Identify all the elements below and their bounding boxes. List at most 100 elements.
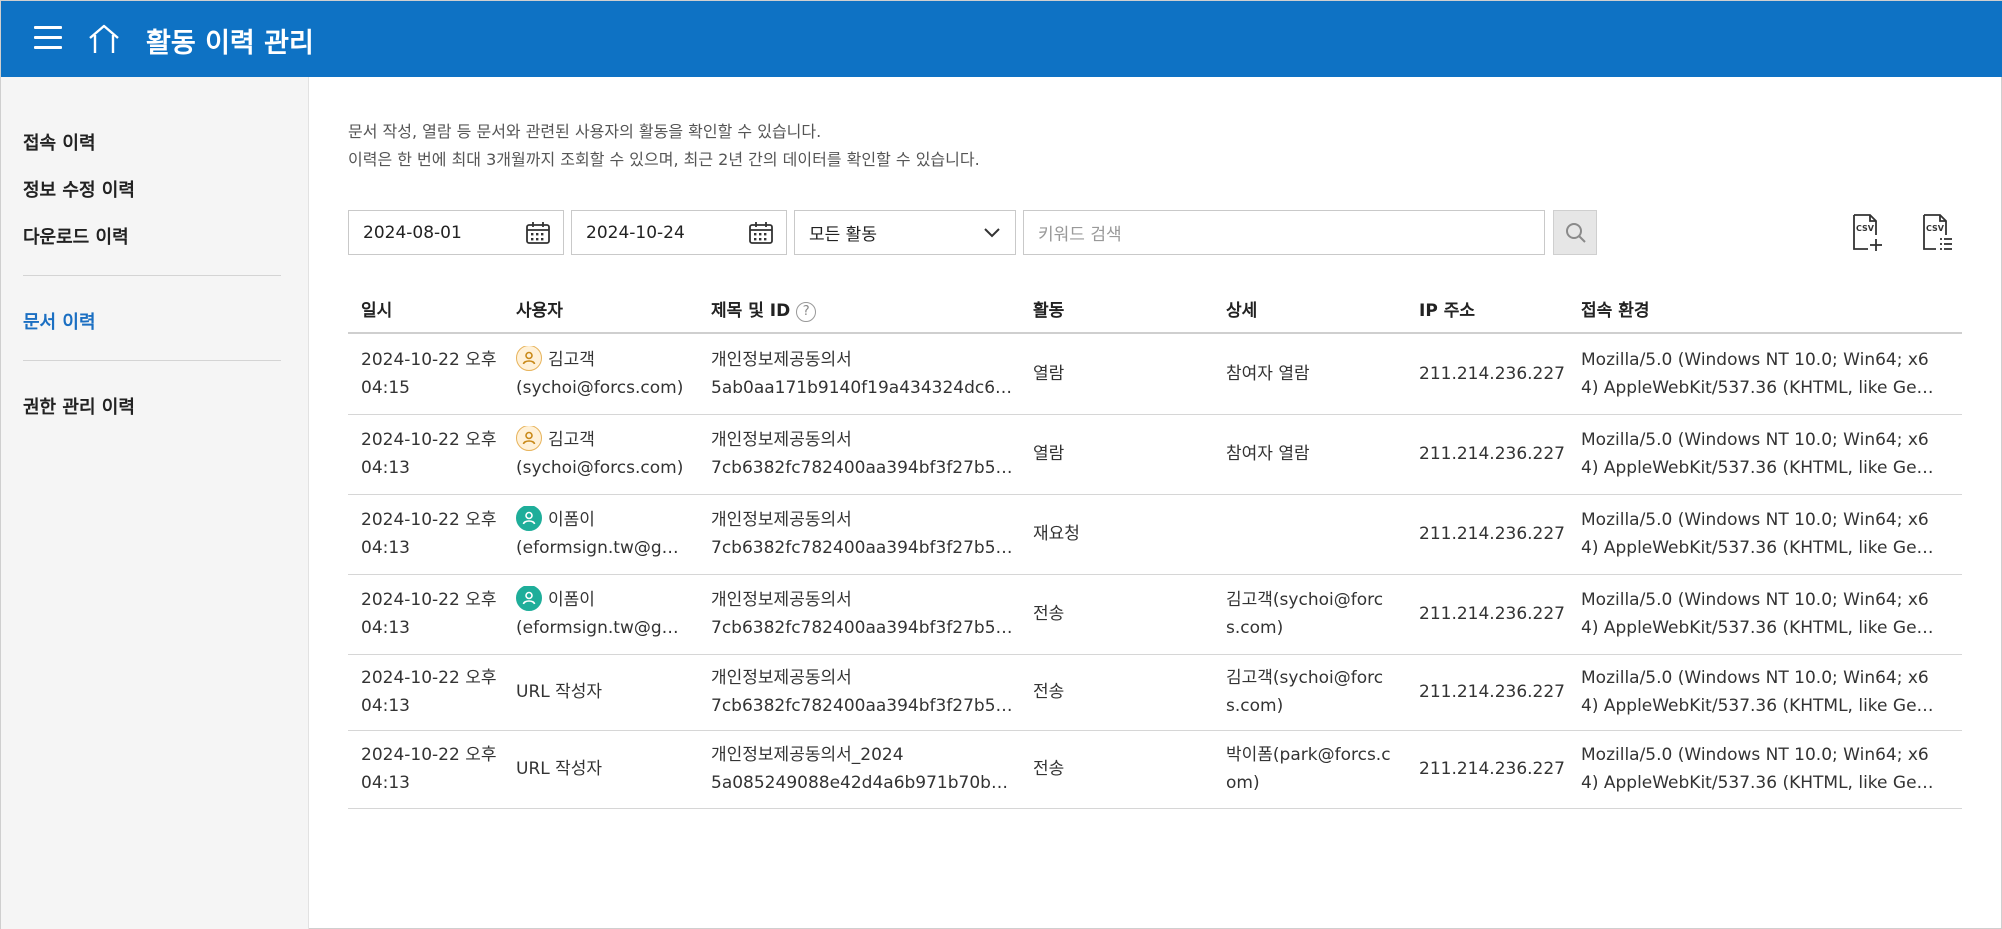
page-title: 활동 이력 관리	[146, 28, 314, 59]
cell-datetime: 2024-10-22 오후 04:15	[361, 346, 511, 402]
end-date-input[interactable]: 2024-10-24	[571, 210, 787, 255]
datetime-time: 04:13	[361, 538, 410, 558]
cell-activity: 열람	[1033, 440, 1183, 468]
search-button[interactable]	[1553, 210, 1597, 255]
ip-address: 211.214.236.227	[1419, 604, 1566, 624]
table-row[interactable]: 2024-10-22 오후 04:15 김고객 (sychoi@forcs.com) 개…	[348, 334, 1962, 415]
home-icon[interactable]	[87, 23, 121, 55]
cell-title-id: 개인정보제공동의서_2024 5a085249088e42d4a6b971b70b…	[711, 741, 1011, 797]
user-name: 이폼이	[548, 510, 595, 530]
keyword-search-input[interactable]: 키워드 검색	[1023, 210, 1545, 255]
column-header-title-id: 제목 및 ID?	[711, 296, 817, 322]
table-row[interactable]: 2024-10-22 오후 04:13 이폼이 (eformsign.tw@g… 개인정…	[348, 495, 1962, 575]
cell-datetime: 2024-10-22 오후 04:13	[361, 506, 511, 562]
document-id: 5ab0aa171b9140f19a434324dc6…	[711, 378, 1011, 398]
table-row[interactable]: 2024-10-22 오후 04:13 김고객 (sychoi@forcs.com) 개…	[348, 415, 1962, 495]
user-email: (eformsign.tw@g…	[516, 538, 679, 558]
sidebar-divider	[23, 360, 281, 361]
sidebar-item-permission-history[interactable]: 권한 관리 이력	[23, 393, 135, 419]
column-header-title-id-label: 제목 및 ID	[711, 301, 791, 321]
activity-value: 전송	[1033, 604, 1065, 624]
user-name: 김고객	[548, 430, 595, 450]
calendar-icon[interactable]	[748, 221, 774, 245]
detail-line: 참여자 열람	[1226, 364, 1310, 384]
document-id: 7cb6382fc782400aa394bf3f27b5…	[711, 458, 1011, 478]
sidebar-item-info-edit-history[interactable]: 정보 수정 이력	[23, 176, 135, 202]
environment-line: 4) AppleWebKit/537.36 (KHTML, like Ge…	[1581, 618, 1934, 638]
column-header-environment: 접속 환경	[1581, 301, 1650, 321]
chevron-down-icon	[984, 228, 1000, 238]
csv-add-button[interactable]: CSV	[1850, 213, 1884, 253]
table-row[interactable]: 2024-10-22 오후 04:13 이폼이 (eformsign.tw@g… 개인정…	[348, 575, 1962, 655]
cell-detail: 참여자 열람	[1226, 360, 1406, 388]
cell-title-id: 개인정보제공동의서 5ab0aa171b9140f19a434324dc6…	[711, 346, 1011, 402]
cell-title-id: 개인정보제공동의서 7cb6382fc782400aa394bf3f27b5…	[711, 664, 1011, 720]
detail-line: 박이폼(park@forcs.c	[1226, 745, 1391, 765]
detail-line: 참여자 열람	[1226, 444, 1310, 464]
column-header-datetime: 일시	[361, 301, 393, 321]
cell-ip: 211.214.236.227	[1419, 520, 1569, 548]
main-content: 문서 작성, 열람 등 문서와 관련된 사용자의 활동을 확인할 수 있습니다.…	[310, 77, 2002, 929]
datetime-date: 2024-10-22 오후	[361, 745, 497, 765]
environment-line: Mozilla/5.0 (Windows NT 10.0; Win64; x6	[1581, 510, 1929, 530]
datetime-time: 04:13	[361, 696, 410, 716]
cell-datetime: 2024-10-22 오후 04:13	[361, 586, 511, 642]
cell-ip: 211.214.236.227	[1419, 678, 1569, 706]
environment-line: Mozilla/5.0 (Windows NT 10.0; Win64; x6	[1581, 745, 1929, 765]
user-avatar-icon	[516, 586, 542, 611]
column-header-ip: IP 주소	[1419, 301, 1475, 321]
datetime-time: 04:13	[361, 773, 410, 793]
sidebar-divider	[23, 275, 281, 276]
cell-detail: 참여자 열람	[1226, 440, 1406, 468]
cell-environment: Mozilla/5.0 (Windows NT 10.0; Win64; x6 4…	[1581, 664, 1951, 720]
activity-value: 열람	[1033, 364, 1065, 384]
document-title: 개인정보제공동의서_2024	[711, 745, 904, 765]
cell-environment: Mozilla/5.0 (Windows NT 10.0; Win64; x6 4…	[1581, 586, 1951, 642]
calendar-icon[interactable]	[525, 221, 551, 245]
search-placeholder: 키워드 검색	[1038, 225, 1122, 245]
sidebar-item-access-history[interactable]: 접속 이력	[23, 129, 96, 155]
environment-line: 4) AppleWebKit/537.36 (KHTML, like Ge…	[1581, 378, 1934, 398]
cell-title-id: 개인정보제공동의서 7cb6382fc782400aa394bf3f27b5…	[711, 426, 1011, 482]
document-id: 7cb6382fc782400aa394bf3f27b5…	[711, 696, 1011, 716]
start-date-value: 2024-08-01	[363, 222, 462, 243]
ip-address: 211.214.236.227	[1419, 759, 1566, 779]
user-email: (eformsign.tw@g…	[516, 618, 679, 638]
cell-user: 김고객 (sychoi@forcs.com)	[516, 426, 706, 482]
table-row[interactable]: 2024-10-22 오후 04:13 URL 작성자 개인정보제공동의서_2024 5…	[348, 731, 1962, 809]
user-name: 김고객	[548, 350, 595, 370]
user-email: (sychoi@forcs.com)	[516, 458, 684, 478]
description-line: 이력은 한 번에 최대 3개월까지 조회할 수 있으며, 최근 2년 간의 데이…	[348, 150, 980, 169]
ip-address: 211.214.236.227	[1419, 682, 1566, 702]
sidebar-item-download-history[interactable]: 다운로드 이력	[23, 223, 129, 249]
help-icon[interactable]: ?	[796, 302, 817, 322]
document-title: 개인정보제공동의서	[711, 590, 852, 610]
csv-list-button[interactable]: CSV	[1920, 213, 1954, 253]
detail-line: 김고객(sychoi@forc	[1226, 668, 1384, 688]
datetime-time: 04:13	[361, 618, 410, 638]
environment-line: Mozilla/5.0 (Windows NT 10.0; Win64; x6	[1581, 590, 1929, 610]
document-id: 7cb6382fc782400aa394bf3f27b5…	[711, 618, 1011, 638]
column-header-user: 사용자	[516, 301, 563, 321]
cell-user: URL 작성자	[516, 755, 706, 783]
cell-datetime: 2024-10-22 오후 04:13	[361, 741, 511, 797]
table-row[interactable]: 2024-10-22 오후 04:13 URL 작성자 개인정보제공동의서 7cb638…	[348, 655, 1962, 731]
user-name: 이폼이	[548, 590, 595, 610]
cell-user: URL 작성자	[516, 678, 706, 706]
cell-datetime: 2024-10-22 오후 04:13	[361, 664, 511, 720]
ip-address: 211.214.236.227	[1419, 524, 1566, 544]
cell-activity: 열람	[1033, 360, 1183, 388]
start-date-input[interactable]: 2024-08-01	[348, 210, 564, 255]
cell-environment: Mozilla/5.0 (Windows NT 10.0; Win64; x6 4…	[1581, 346, 1951, 402]
cell-user: 이폼이 (eformsign.tw@g…	[516, 586, 706, 642]
svg-text:CSV: CSV	[1856, 224, 1875, 233]
document-id: 7cb6382fc782400aa394bf3f27b5…	[711, 538, 1011, 558]
activity-value: 열람	[1033, 444, 1065, 464]
sidebar-item-document-history[interactable]: 문서 이력	[23, 308, 96, 334]
hamburger-menu-icon[interactable]	[34, 26, 62, 50]
cell-detail: 김고객(sychoi@forc s.com)	[1226, 586, 1406, 642]
document-id: 5a085249088e42d4a6b971b70b…	[711, 773, 1008, 793]
environment-line: 4) AppleWebKit/537.36 (KHTML, like Ge…	[1581, 696, 1934, 716]
activity-type-select[interactable]: 모든 활동	[794, 210, 1016, 255]
environment-line: Mozilla/5.0 (Windows NT 10.0; Win64; x6	[1581, 668, 1929, 688]
